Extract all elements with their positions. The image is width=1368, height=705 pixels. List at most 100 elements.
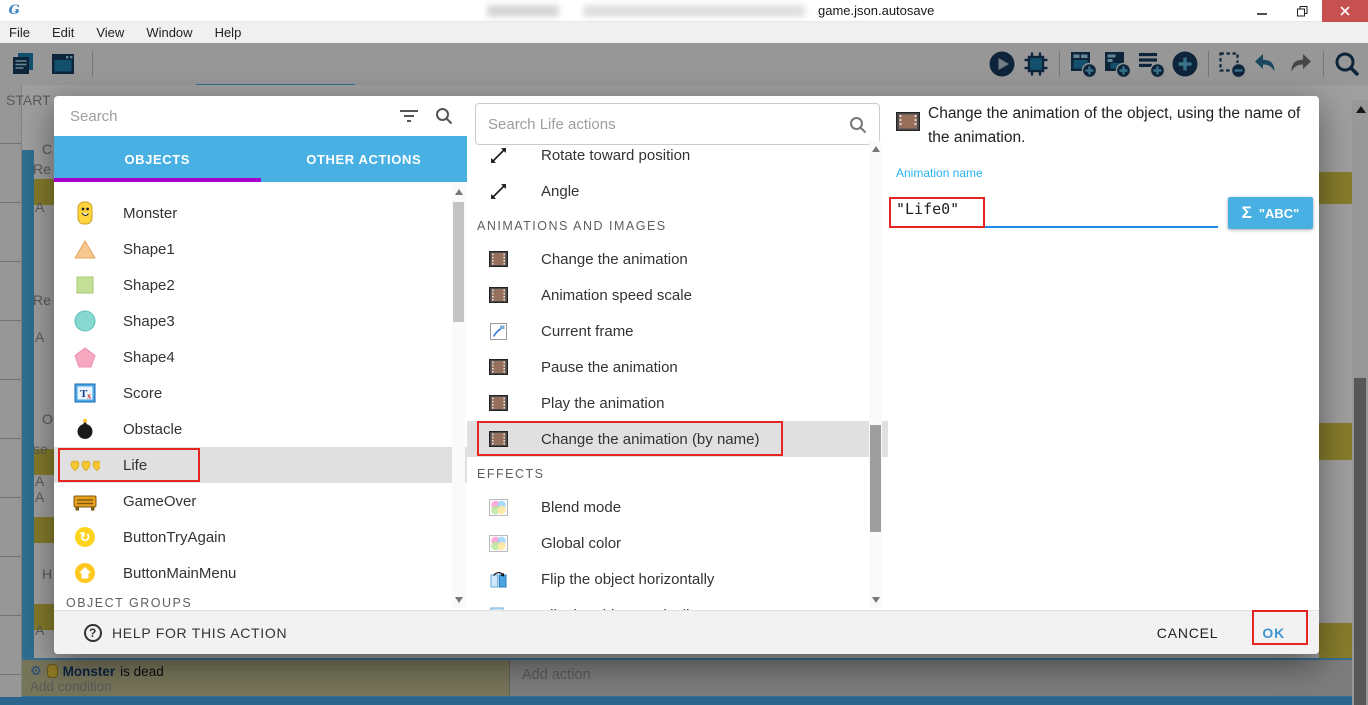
- help-button[interactable]: ? HELP FOR THIS ACTION: [84, 624, 287, 642]
- window-controls: [1242, 0, 1368, 22]
- film-icon: [485, 359, 511, 375]
- object-label: GameOver: [123, 493, 196, 510]
- banner-icon: [70, 492, 100, 511]
- object-row-obstacle[interactable]: Obstacle: [54, 411, 467, 447]
- object-groups-header: OBJECT GROUPS: [54, 591, 467, 610]
- object-label: Score: [123, 385, 162, 402]
- scrollbar-thumb[interactable]: [870, 425, 881, 532]
- object-label: Shape4: [123, 349, 175, 366]
- button-home-icon: [70, 562, 100, 584]
- object-row-shape2[interactable]: Shape2: [54, 267, 467, 303]
- action-row-flip-the-object-horizontally[interactable]: Flip the object horizontally: [467, 561, 888, 597]
- object-row-shape4[interactable]: Shape4: [54, 339, 467, 375]
- actions-panel: Rotate toward position AngleANIMATIONS AN…: [467, 96, 888, 610]
- sigma-icon: Σ: [1242, 203, 1252, 223]
- action-detail-panel: Change the animation of the object, usin…: [888, 96, 1319, 610]
- scrollbar-thumb[interactable]: [453, 202, 464, 322]
- expression-editor-button[interactable]: Σ "ABC": [1228, 197, 1313, 229]
- object-row-buttontryagain[interactable]: ↻ButtonTryAgain: [54, 519, 467, 555]
- circle-icon: [70, 310, 100, 332]
- action-editor-dialog: OBJECTS OTHER ACTIONS Monster Shape1 Shape2…: [54, 96, 1319, 654]
- close-button[interactable]: [1322, 0, 1368, 22]
- object-row-buttonmainmenu[interactable]: ButtonMainMenu: [54, 555, 467, 591]
- actions-list: Rotate toward position AngleANIMATIONS AN…: [467, 137, 888, 610]
- object-row-life[interactable]: Life: [54, 447, 467, 483]
- rotate-icon: [485, 182, 511, 201]
- menu-edit[interactable]: Edit: [41, 25, 85, 40]
- filter-icon[interactable]: [399, 109, 419, 128]
- objects-panel: OBJECTS OTHER ACTIONS Monster Shape1 Shape2…: [54, 96, 467, 610]
- window-title: game.json.autosave: [818, 3, 934, 18]
- objects-search-row: [54, 96, 467, 136]
- object-label: ButtonMainMenu: [123, 565, 236, 582]
- svg-text:↻: ↻: [80, 530, 91, 545]
- film-icon: [485, 251, 511, 267]
- scrollbar-down-arrow[interactable]: [455, 597, 463, 603]
- animation-name-input[interactable]: [896, 192, 1218, 228]
- button-retry-icon: ↻: [70, 526, 100, 548]
- scrollbar-up-arrow[interactable]: [872, 146, 880, 152]
- object-label: Shape1: [123, 241, 175, 258]
- action-row-flip-the-object-vertically[interactable]: Flip the object vertically: [467, 597, 888, 610]
- action-label: Animation speed scale: [541, 287, 692, 304]
- objects-list: Monster Shape1 Shape2 Shape3 Shape4 TxScoreOb…: [54, 182, 467, 610]
- action-row-play-the-animation[interactable]: Play the animation: [467, 385, 888, 421]
- actions-section-header: EFFECTS: [467, 457, 888, 489]
- film-strip-icon: [896, 112, 920, 136]
- menubar: FileEditViewWindowHelp: [0, 22, 1368, 43]
- object-label: Shape3: [123, 313, 175, 330]
- action-label: Rotate toward position: [541, 147, 690, 164]
- search-icon[interactable]: [849, 116, 867, 139]
- blend-icon: [485, 535, 511, 552]
- help-label: HELP FOR THIS ACTION: [112, 625, 287, 641]
- action-row-animation-speed-scale[interactable]: Animation speed scale: [467, 277, 888, 313]
- action-row-change-the-animation-by-name-[interactable]: Change the animation (by name): [467, 421, 888, 457]
- objects-list-scrollbar[interactable]: [452, 184, 465, 608]
- cancel-button[interactable]: CANCEL: [1157, 625, 1219, 641]
- tab-other-actions[interactable]: OTHER ACTIONS: [261, 136, 468, 182]
- menu-file[interactable]: File: [0, 25, 41, 40]
- ok-button[interactable]: OK: [1262, 625, 1285, 641]
- action-row-rotate-toward-position[interactable]: Rotate toward position: [467, 137, 888, 173]
- object-row-score[interactable]: TxScore: [54, 375, 467, 411]
- menu-window[interactable]: Window: [135, 25, 203, 40]
- rotate-icon: [485, 146, 511, 165]
- tab-label: OTHER ACTIONS: [306, 152, 421, 167]
- animation-name-label: Animation name: [896, 166, 983, 180]
- tab-objects[interactable]: OBJECTS: [54, 136, 261, 182]
- scrollbar-down-arrow[interactable]: [872, 597, 880, 603]
- flip-h-icon: [485, 571, 511, 588]
- object-label: Life: [123, 457, 147, 474]
- object-row-shape1[interactable]: Shape1: [54, 231, 467, 267]
- action-row-global-color[interactable]: Global color: [467, 525, 888, 561]
- object-row-gameover[interactable]: GameOver: [54, 483, 467, 519]
- bomb-icon: [70, 418, 100, 440]
- actions-search-input[interactable]: [488, 116, 879, 133]
- titlebar: Ǥ game.json.autosave: [0, 0, 1368, 22]
- film-icon: [485, 431, 511, 447]
- search-icon[interactable]: [435, 107, 453, 130]
- actions-section-header: ANIMATIONS AND IMAGES: [467, 209, 888, 241]
- object-row-shape3[interactable]: Shape3: [54, 303, 467, 339]
- action-row-current-frame[interactable]: Current frame: [467, 313, 888, 349]
- dialog-footer: ? HELP FOR THIS ACTION CANCEL OK: [54, 610, 1319, 654]
- minimize-button[interactable]: [1242, 0, 1282, 22]
- action-label: Change the animation (by name): [541, 431, 759, 448]
- object-row-monster[interactable]: Monster: [54, 195, 467, 231]
- blend-icon: [485, 499, 511, 516]
- menu-help[interactable]: Help: [204, 25, 253, 40]
- action-row-pause-the-animation[interactable]: Pause the animation: [467, 349, 888, 385]
- square-icon: [70, 275, 100, 295]
- menu-view[interactable]: View: [85, 25, 135, 40]
- restore-button[interactable]: [1282, 0, 1322, 22]
- actions-list-scrollbar[interactable]: [869, 141, 882, 608]
- action-row-change-the-animation[interactable]: Change the animation: [467, 241, 888, 277]
- film-icon: [485, 395, 511, 411]
- action-row-blend-mode[interactable]: Blend mode: [467, 489, 888, 525]
- action-description: Change the animation of the object, usin…: [928, 102, 1312, 150]
- gdevelop-logo-icon: Ǥ: [7, 3, 22, 18]
- scrollbar-up-arrow[interactable]: [455, 189, 463, 195]
- redacted-title-segment: [487, 5, 559, 17]
- action-row-angle[interactable]: Angle: [467, 173, 888, 209]
- help-icon: ?: [84, 624, 102, 642]
